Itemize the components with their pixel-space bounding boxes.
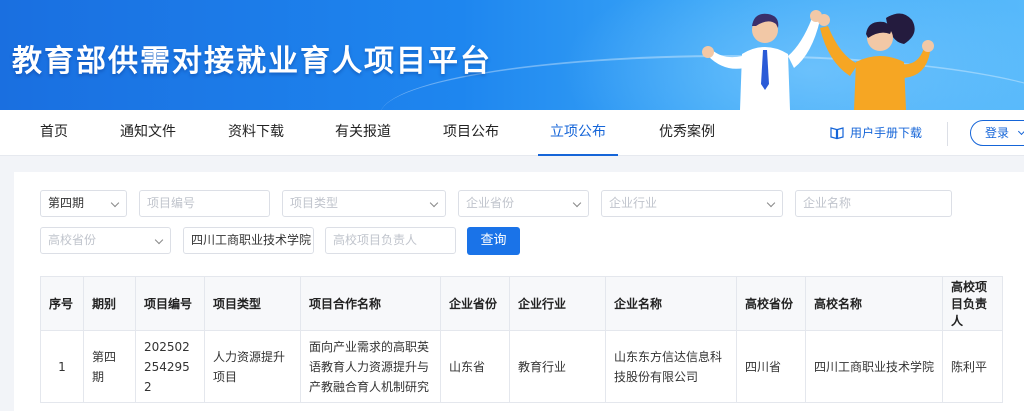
manual-download-link[interactable]: 用户手册下载 — [830, 124, 922, 141]
high-five-illustration — [702, 10, 934, 110]
project-type-select[interactable]: 项目类型 — [282, 190, 446, 217]
table-cell: 山东省 — [440, 330, 510, 403]
table-header: 企业名称 — [605, 276, 737, 331]
table-header-row: 序号 期别 项目编号 项目类型 项目合作名称 企业省份 企业行业 企业名称 高校… — [40, 276, 1003, 331]
table-header: 序号 — [40, 276, 84, 331]
table-header: 项目类型 — [204, 276, 301, 331]
table-cell: 陈利平 — [942, 330, 1003, 403]
company-industry-select[interactable]: 企业行业 — [601, 190, 783, 217]
table-header: 高校名称 — [805, 276, 943, 331]
manual-download-label: 用户手册下载 — [850, 126, 923, 140]
table-cell: 人力资源提升项目 — [204, 330, 301, 403]
nav-item-home[interactable]: 首页 — [40, 110, 68, 156]
table-cell: 四川工商职业技术学院 — [805, 330, 943, 403]
school-name-input[interactable]: 四川工商职业技术学院 — [183, 227, 314, 254]
table-header: 企业省份 — [440, 276, 510, 331]
nav-divider — [947, 122, 948, 146]
nav-item-notices[interactable]: 通知文件 — [120, 110, 176, 156]
company-name-input[interactable]: 企业名称 — [795, 190, 952, 217]
table-cell: 山东东方信达信息科技股份有限公司 — [605, 330, 737, 403]
table-cell: 四川省 — [736, 330, 806, 403]
nav-item-reports[interactable]: 有关报道 — [335, 110, 391, 156]
table-header: 期别 — [83, 276, 136, 331]
nav-item-excellent-cases[interactable]: 优秀案例 — [659, 110, 715, 156]
login-button[interactable]: 登录 — [970, 120, 1024, 146]
table-row: 1 第四期 2025022542952 人力资源提升项目 面向产业需求的高职英语… — [40, 330, 1003, 403]
login-label: 登录 — [985, 126, 1010, 140]
table-header: 项目合作名称 — [300, 276, 441, 331]
chevron-down-icon — [154, 235, 164, 245]
company-province-select[interactable]: 企业省份 — [458, 190, 589, 217]
query-button[interactable]: 查询 — [467, 227, 520, 255]
site-title: 教育部供需对接就业育人项目平台 — [12, 44, 492, 79]
chevron-down-icon — [110, 198, 120, 208]
header-banner: 教育部供需对接就业育人项目平台 — [0, 0, 1024, 110]
main-nav: 首页 通知文件 资料下载 有关报道 项目公布 立项公布 优秀案例 用户手册下载 … — [0, 110, 1024, 156]
table-header: 高校项目负责人 — [942, 276, 1003, 331]
school-province-select[interactable]: 高校省份 — [40, 227, 171, 254]
table-cell: 教育行业 — [509, 330, 606, 403]
school-leader-input[interactable]: 高校项目负责人 — [325, 227, 456, 254]
project-number-input[interactable]: 项目编号 — [139, 190, 270, 217]
nav-item-project-announce[interactable]: 项目公布 — [443, 110, 499, 156]
chevron-down-icon — [572, 198, 582, 208]
period-select[interactable]: 第四期 — [40, 190, 127, 217]
chevron-down-icon — [429, 198, 439, 208]
table-cell: 2025022542952 — [135, 330, 205, 403]
chevron-down-icon — [1017, 127, 1024, 136]
nav-item-downloads[interactable]: 资料下载 — [228, 110, 284, 156]
chevron-down-icon — [766, 198, 776, 208]
table-cell: 1 — [40, 330, 84, 403]
table-header: 高校省份 — [736, 276, 806, 331]
nav-item-approval-announce[interactable]: 立项公布 — [538, 110, 618, 156]
book-icon — [830, 126, 844, 139]
table-cell: 第四期 — [83, 330, 136, 403]
table-header: 企业行业 — [509, 276, 606, 331]
table-cell: 面向产业需求的高职英语教育人力资源提升与产教融合育人机制研究 — [300, 330, 441, 403]
results-table: 序号 期别 项目编号 项目类型 项目合作名称 企业省份 企业行业 企业名称 高校… — [40, 276, 1003, 403]
table-header: 项目编号 — [135, 276, 205, 331]
